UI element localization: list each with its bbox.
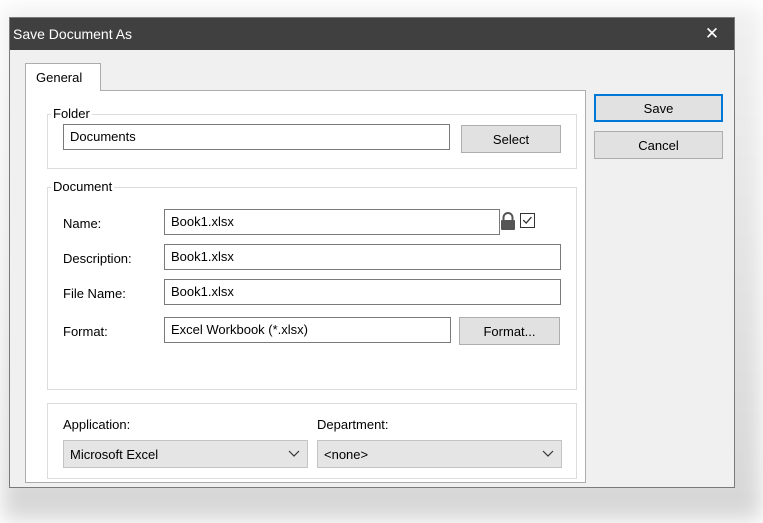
application-dropdown[interactable]: Microsoft Excel — [63, 440, 308, 468]
folder-group-label: Folder — [51, 106, 92, 121]
close-button[interactable]: ✕ — [690, 18, 734, 50]
window-title: Save Document As — [13, 26, 133, 42]
department-dropdown[interactable]: <none> — [317, 440, 562, 468]
document-group-label: Document — [51, 179, 115, 194]
file-name-input[interactable]: Book1.xlsx — [164, 279, 561, 305]
file-name-label: File Name: — [63, 286, 126, 301]
save-button[interactable]: Save — [594, 94, 723, 122]
cancel-button-label: Cancel — [638, 138, 679, 153]
format-label: Format: — [63, 324, 108, 339]
lock-name-checkbox[interactable] — [520, 213, 535, 228]
general-tab-panel: Folder Documents Select Document Name: B… — [25, 90, 586, 483]
description-input[interactable]: Book1.xlsx — [164, 244, 561, 270]
format-button[interactable]: Format... — [459, 317, 560, 345]
tab-general-label: General — [36, 70, 83, 85]
format-button-label: Format... — [483, 324, 536, 339]
select-folder-button[interactable]: Select — [461, 125, 561, 153]
application-label: Application: — [63, 417, 131, 432]
folder-input[interactable]: Documents — [63, 124, 450, 150]
select-folder-button-label: Select — [492, 132, 530, 147]
lock-icon — [501, 212, 515, 230]
format-input[interactable]: Excel Workbook (*.xlsx) — [164, 317, 451, 343]
cancel-button[interactable]: Cancel — [594, 131, 723, 159]
save-button-label: Save — [643, 101, 674, 116]
tab-general[interactable]: General — [25, 63, 101, 91]
name-input[interactable]: Book1.xlsx — [164, 209, 500, 235]
checkmark-icon — [522, 216, 532, 225]
application-dropdown-value: Microsoft Excel — [70, 447, 159, 462]
close-icon: ✕ — [704, 24, 720, 43]
chevron-down-icon — [288, 450, 300, 457]
department-label: Department: — [317, 417, 389, 432]
save-document-dialog: Save Document As ✕ General Folder Docume… — [9, 17, 735, 488]
description-label: Description: — [63, 251, 132, 266]
department-dropdown-value: <none> — [324, 447, 369, 462]
title-bar[interactable]: Save Document As ✕ — [10, 18, 734, 50]
name-label: Name: — [63, 216, 102, 231]
chevron-down-icon — [542, 450, 554, 457]
